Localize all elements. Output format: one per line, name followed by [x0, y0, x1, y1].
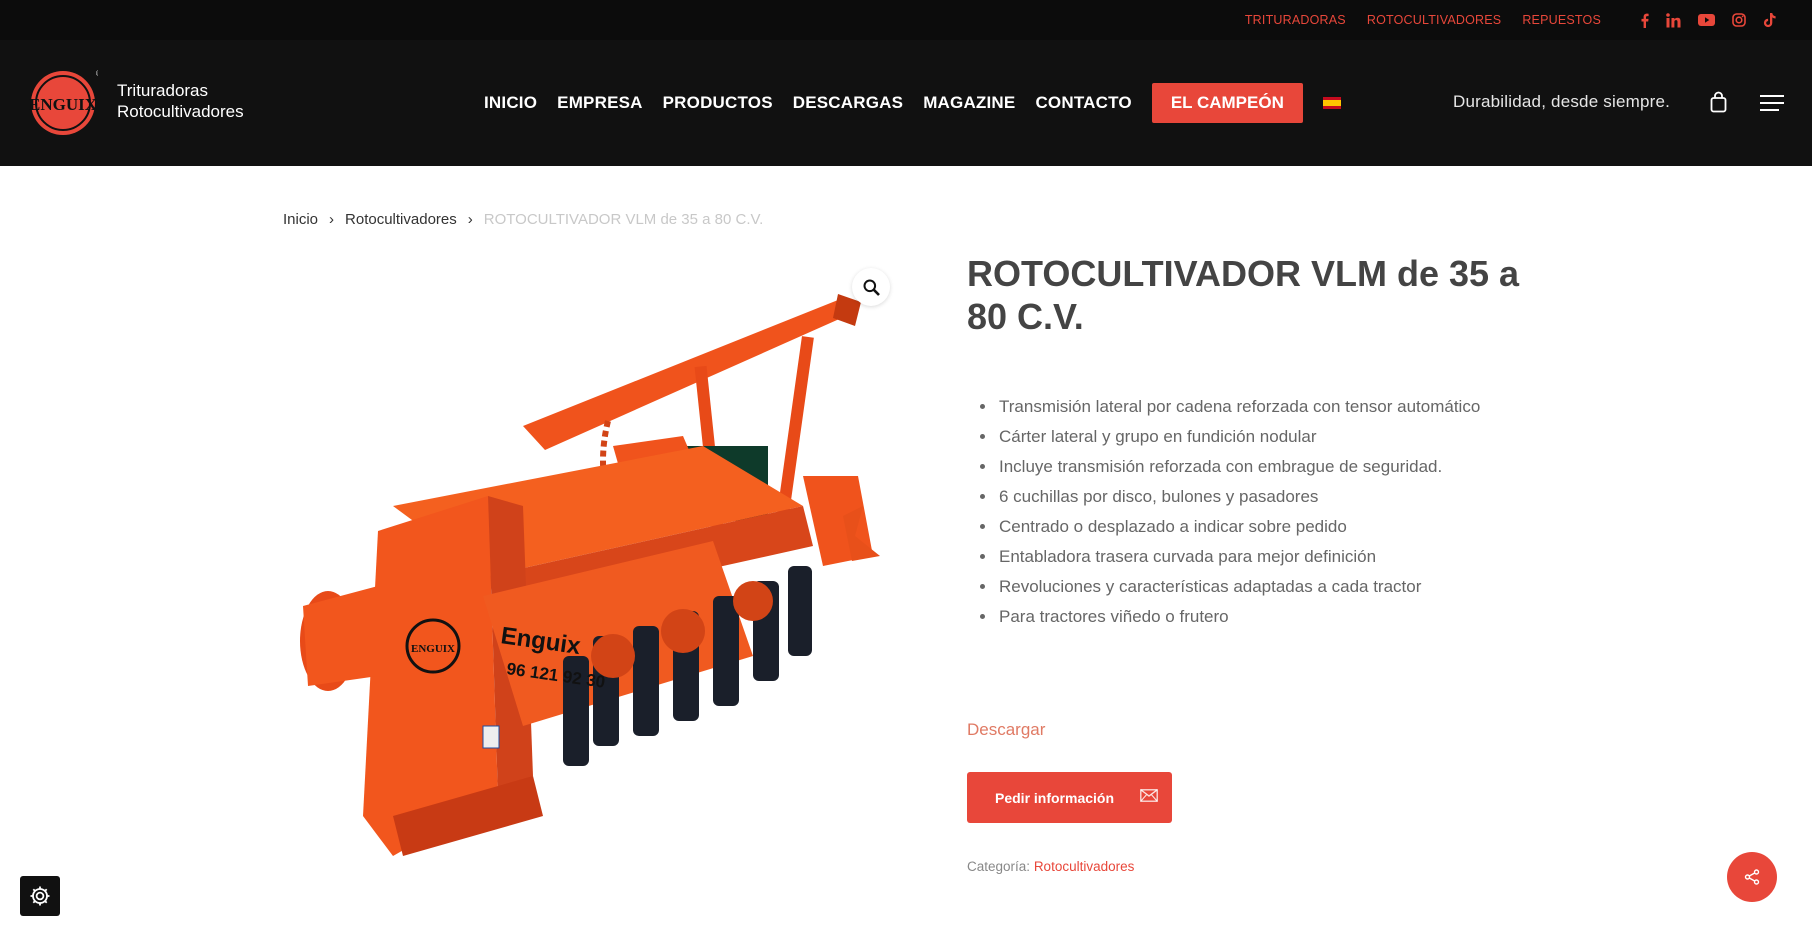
hamburger-menu-icon[interactable] [1760, 95, 1784, 116]
nav-inicio[interactable]: INICIO [484, 93, 537, 113]
top-link-repuestos[interactable]: REPUESTOS [1522, 13, 1601, 27]
feature-list: Transmisión lateral por cadena reforzada… [977, 392, 1480, 632]
tagline: Durabilidad, desde siempre. [1453, 92, 1671, 111]
breadcrumb-category[interactable]: Rotocultivadores [345, 211, 457, 228]
tiktok-icon[interactable] [1763, 11, 1776, 29]
request-info-label: Pedir información [995, 789, 1115, 806]
top-link-rotocultivadores[interactable]: ROTOCULTIVADORES [1367, 13, 1501, 27]
breadcrumb-current: ROTOCULTIVADOR VLM de 35 a 80 C.V. [483, 211, 764, 228]
feature-item: Para tractores viñedo o frutero [997, 602, 1480, 632]
breadcrumb: Inicio › Rotocultivadores › ROTOCULTIVAD… [283, 211, 763, 228]
brand-line-2: Rotocultivadores [117, 102, 244, 121]
svg-text:®: ® [96, 69, 98, 78]
main-header: ENGUIX ® Trituradoras Rotocultivadores I… [0, 40, 1812, 166]
gear-icon [30, 886, 50, 906]
feature-item: Transmisión lateral por cadena reforzada… [997, 392, 1480, 422]
product-title: ROTOCULTIVADOR VLM de 35 a 80 C.V. [967, 253, 1520, 337]
facebook-icon[interactable] [1640, 11, 1649, 29]
product-category: Categoría: Rotocultivadores [967, 859, 1134, 874]
feature-item: Cárter lateral y grupo en fundición nodu… [997, 422, 1480, 452]
breadcrumb-home[interactable]: Inicio [283, 211, 318, 228]
cookie-settings-button[interactable] [20, 876, 60, 916]
nav-empresa[interactable]: EMPRESA [557, 93, 642, 113]
top-links: TRITURADORAS ROTOCULTIVADORES REPUESTOS [1245, 0, 1601, 40]
share-icon [1744, 869, 1760, 885]
feature-item: 6 cuchillas por disco, bulones y pasador… [997, 482, 1480, 512]
youtube-icon[interactable] [1698, 11, 1715, 29]
chevron-right-icon: › [467, 211, 473, 228]
social-icons [1640, 0, 1776, 40]
instagram-icon[interactable] [1732, 11, 1746, 29]
envelope-icon [1140, 788, 1158, 807]
feature-item: Entabladora trasera curvada para mejor d… [997, 542, 1480, 572]
magnifier-icon [863, 279, 880, 296]
spanish-flag-icon[interactable] [1322, 97, 1341, 109]
request-info-button[interactable]: Pedir información [967, 772, 1172, 823]
product-image[interactable]: ENGUIX Enguix 96 121 92 30 [283, 256, 903, 856]
feature-item: Incluye transmisión reforzada con embrag… [997, 452, 1480, 482]
top-bar: TRITURADORAS ROTOCULTIVADORES REPUESTOS [0, 0, 1812, 40]
nav-magazine[interactable]: MAGAZINE [923, 93, 1015, 113]
main-nav: INICIO EMPRESA PRODUCTOS DESCARGAS MAGAZ… [484, 40, 1341, 166]
enguix-logo[interactable]: ENGUIX ® [28, 68, 102, 138]
nav-descargas[interactable]: DESCARGAS [793, 93, 903, 113]
nav-contacto[interactable]: CONTACTO [1035, 93, 1131, 113]
brand-line-1: Trituradoras [117, 81, 209, 100]
nav-productos[interactable]: PRODUCTOS [663, 93, 773, 113]
shopping-bag-icon[interactable] [1710, 91, 1727, 118]
feature-item: Revoluciones y características adaptadas… [997, 572, 1480, 602]
top-link-trituradoras[interactable]: TRITURADORAS [1245, 13, 1346, 27]
download-link[interactable]: Descargar [967, 720, 1045, 740]
chevron-right-icon: › [329, 211, 335, 228]
feature-item: Centrado o desplazado a indicar sobre pe… [997, 512, 1480, 542]
category-label: Categoría: [967, 859, 1031, 874]
el-campeon-button[interactable]: EL CAMPEÓN [1151, 83, 1303, 123]
brand-text: Trituradoras Rotocultivadores [117, 80, 244, 122]
logo-text: ENGUIX [29, 95, 98, 114]
machine-logo-text: ENGUIX [411, 643, 455, 655]
linkedin-icon[interactable] [1666, 11, 1681, 29]
category-link[interactable]: Rotocultivadores [1034, 859, 1135, 874]
share-button[interactable] [1727, 852, 1777, 902]
zoom-button[interactable] [852, 268, 890, 306]
